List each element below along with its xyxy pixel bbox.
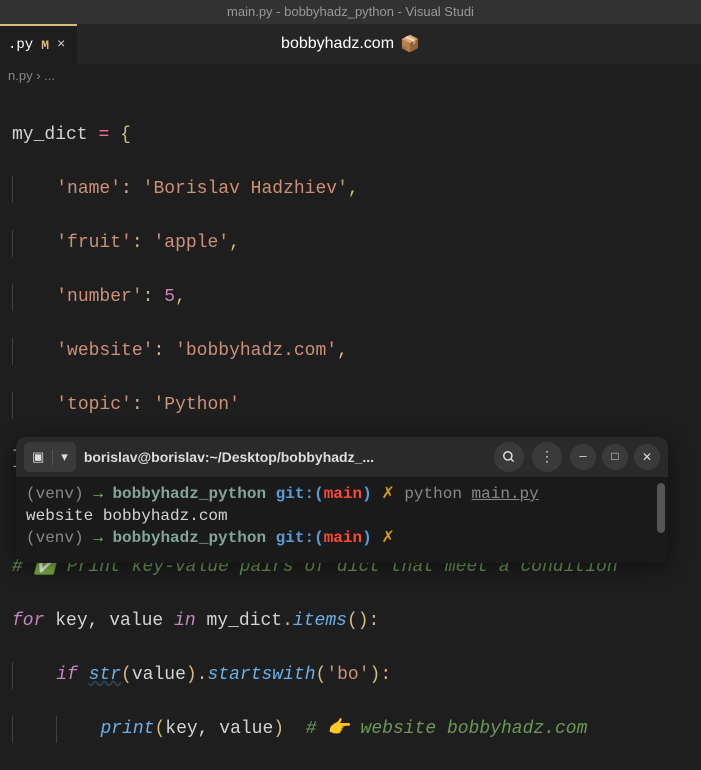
- editor-tab[interactable]: .py M ×: [0, 24, 77, 64]
- center-title: bobbyhadz.com 📦: [281, 24, 420, 64]
- code-line: 'number': 5,: [0, 284, 701, 311]
- code-line: 'name': 'Borislav Hadzhiev',: [0, 176, 701, 203]
- terminal-scrollbar[interactable]: [657, 483, 665, 533]
- maximize-icon[interactable]: □: [602, 444, 628, 470]
- search-icon[interactable]: [494, 442, 524, 472]
- breadcrumb-sep: ›: [36, 68, 40, 83]
- minimize-icon[interactable]: ─: [570, 444, 596, 470]
- code-line: 'topic': 'Python': [0, 392, 701, 419]
- breadcrumb-rest: ...: [44, 68, 55, 83]
- site-title: bobbyhadz.com: [281, 35, 394, 53]
- tab-bar: .py M × bobbyhadz.com 📦: [0, 24, 701, 64]
- code-line: my_dict = {: [0, 122, 701, 149]
- terminal-titlebar[interactable]: ▣ ▾ borislav@borislav:~/Desktop/bobbyhad…: [16, 437, 668, 477]
- code-line: if str(value).startswith('bo'):: [0, 662, 701, 689]
- code-line: 'fruit': 'apple',: [0, 230, 701, 257]
- box-icon: 📦: [400, 34, 420, 54]
- terminal-new-tab-group[interactable]: ▣ ▾: [24, 442, 76, 472]
- breadcrumb-file: n.py: [8, 68, 33, 83]
- close-icon[interactable]: ✕: [634, 444, 660, 470]
- window-titlebar: main.py - bobbyhadz_python - Visual Stud…: [0, 0, 701, 24]
- terminal-line: (venv) → bobbyhadz_python git:(main) ✗ p…: [26, 483, 658, 505]
- menu-icon[interactable]: ⋮: [532, 442, 562, 472]
- code-line: print(key, value) # 👉 website bobbyhadz.…: [0, 716, 701, 743]
- code-editor[interactable]: my_dict = { 'name': 'Borislav Hadzhiev',…: [0, 87, 701, 770]
- code-line: 'website': 'bobbyhadz.com',: [0, 338, 701, 365]
- code-line: for key, value in my_dict.items():: [0, 608, 701, 635]
- terminal-line: (venv) → bobbyhadz_python git:(main) ✗: [26, 527, 658, 549]
- tab-modified-indicator: M: [41, 38, 49, 53]
- tab-label: .py: [8, 37, 33, 53]
- tab-close-icon[interactable]: ×: [57, 37, 65, 53]
- breadcrumb[interactable]: n.py › ...: [0, 64, 701, 87]
- chevron-down-icon[interactable]: ▾: [53, 450, 76, 465]
- terminal-line: website bobbyhadz.com: [26, 505, 658, 527]
- terminal-title: borislav@borislav:~/Desktop/bobbyhadz_..…: [84, 449, 486, 465]
- new-tab-icon[interactable]: ▣: [24, 450, 53, 465]
- terminal-body[interactable]: (venv) → bobbyhadz_python git:(main) ✗ p…: [16, 477, 668, 563]
- terminal-window: ▣ ▾ borislav@borislav:~/Desktop/bobbyhad…: [16, 437, 668, 563]
